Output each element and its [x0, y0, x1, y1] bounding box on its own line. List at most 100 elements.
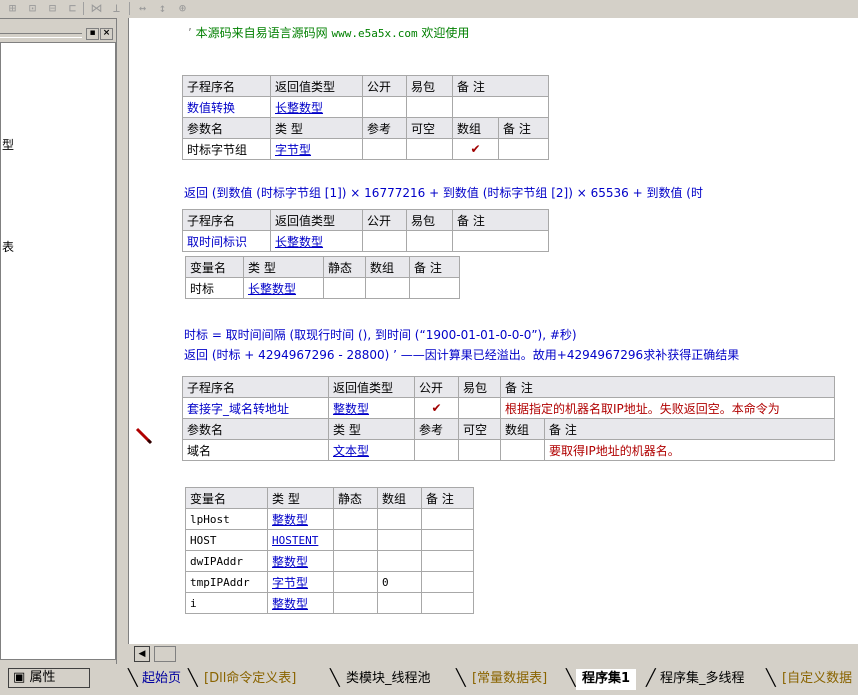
align-grid-icon[interactable]: ⊞	[4, 1, 21, 16]
array-check-icon[interactable]: ✔	[452, 138, 499, 160]
variable-name[interactable]: 时标	[185, 277, 244, 299]
align-top-icon[interactable]: ⊡	[24, 1, 41, 16]
param-name[interactable]: 域名	[182, 439, 329, 461]
table-cell[interactable]	[421, 529, 474, 551]
tree-item-fragment[interactable]: 型	[2, 136, 14, 153]
align-middle-icon[interactable]: ⊟	[44, 1, 61, 16]
col-header: 备 注	[544, 418, 835, 440]
table-cell[interactable]	[421, 550, 474, 572]
table-cell[interactable]	[406, 138, 453, 160]
subroutine-name[interactable]: 套接字_域名转地址	[182, 397, 329, 419]
table-cell[interactable]	[452, 230, 549, 252]
param-name[interactable]: 时标字节组	[182, 138, 271, 160]
table-cell[interactable]	[377, 550, 422, 572]
variable-name[interactable]: lpHost	[185, 508, 268, 530]
variable-type[interactable]: HOSTENT	[267, 529, 334, 551]
close-button[interactable]: ×	[100, 28, 113, 40]
variable-name[interactable]: dwIPAddr	[185, 550, 268, 572]
table-cell[interactable]	[365, 277, 410, 299]
table-cell[interactable]	[414, 439, 459, 461]
tree-item-fragment[interactable]: 表	[2, 238, 14, 255]
table-cell[interactable]	[458, 439, 501, 461]
col-header: 子程序名	[182, 75, 271, 97]
col-header: 返回值类型	[328, 376, 415, 398]
code-line[interactable]: 返回 (到数值 (时标字节组 [1]) × 16777216 + 到数值 (时标…	[184, 184, 703, 201]
table-cell[interactable]	[377, 508, 422, 530]
properties-button[interactable]: ▣ 属性	[8, 668, 90, 688]
code-editor[interactable]: ’ 本源码来自易语言源码网 www.e5a5x.com 欢迎使用 子程序名 返回…	[158, 18, 858, 644]
table-cell[interactable]	[377, 529, 422, 551]
tab-program-set-multithread[interactable]: 程序集_多线程	[654, 669, 751, 690]
align-right-icon[interactable]: ⊏	[64, 1, 81, 16]
minimize-button[interactable]: ▪	[86, 28, 99, 40]
comment-line: ’ 本源码来自易语言源码网 www.e5a5x.com 欢迎使用	[188, 26, 470, 40]
scroll-thumb[interactable]	[154, 646, 176, 662]
same-size-icon[interactable]: ⊕	[174, 1, 191, 16]
table-cell[interactable]	[500, 439, 545, 461]
tab-constants[interactable]: [常量数据表]	[466, 669, 553, 690]
table-cell[interactable]	[421, 571, 474, 593]
subroutine-name[interactable]: 取时间标识	[182, 230, 271, 252]
variable-type[interactable]: 整数型	[267, 550, 334, 572]
left-panel	[0, 24, 116, 660]
array-size[interactable]: 0	[377, 571, 422, 593]
col-header: 备 注	[452, 209, 549, 231]
tab-class-module[interactable]: 类模块_线程池	[340, 669, 437, 690]
tab-program-set-1[interactable]: 程序集1	[576, 669, 637, 690]
edit-pen-icon	[135, 427, 153, 445]
table-cell[interactable]	[362, 96, 407, 118]
col-header: 数组	[452, 117, 499, 139]
table-cell[interactable]	[333, 550, 378, 572]
table-cell[interactable]	[421, 592, 474, 614]
scroll-left-arrow-icon[interactable]: ◀	[134, 646, 150, 662]
table-cell[interactable]	[333, 571, 378, 593]
code-line[interactable]: 时标 = 取时间间隔 (取现行时间 (), 到时间 (“1900-01-01-0…	[184, 326, 577, 343]
table-cell[interactable]	[333, 529, 378, 551]
param-type[interactable]: 文本型	[328, 439, 415, 461]
table-cell[interactable]	[452, 96, 549, 118]
tab-start-page[interactable]: 起始页	[136, 669, 187, 690]
table-cell[interactable]	[409, 277, 460, 299]
table-cell[interactable]	[333, 508, 378, 530]
table-cell[interactable]	[323, 277, 366, 299]
table-cell[interactable]	[406, 96, 453, 118]
variable-table: 变量名 类 型 静态 数组 备 注 lpHost 整数型 HOST HOSTEN…	[185, 487, 474, 614]
table-cell[interactable]	[362, 230, 407, 252]
col-header: 类 型	[267, 487, 334, 509]
distribute-v-icon[interactable]: ⊥	[108, 1, 125, 16]
code-line[interactable]: 返回 (时标 + 4294967296 - 28800) ’ ——因计算果已经溢…	[184, 346, 739, 363]
subroutine-table: 子程序名 返回值类型 公开 易包 备 注 取时间标识 长整数型	[182, 209, 549, 252]
col-header: 参数名	[182, 117, 271, 139]
variable-name[interactable]: HOST	[185, 529, 268, 551]
variable-type[interactable]: 字节型	[267, 571, 334, 593]
table-cell[interactable]	[421, 508, 474, 530]
same-height-icon[interactable]: ↕	[154, 1, 171, 16]
return-type[interactable]: 整数型	[328, 397, 415, 419]
tab-dll-commands[interactable]: [Dll命令定义表]	[198, 669, 302, 690]
col-header: 参数名	[182, 418, 329, 440]
table-cell[interactable]	[333, 592, 378, 614]
horizontal-scrollbar[interactable]	[128, 644, 858, 664]
tab-custom-datatype[interactable]: [自定义数据	[776, 669, 858, 690]
return-type[interactable]: 长整数型	[270, 230, 363, 252]
public-check-icon[interactable]: ✔	[414, 397, 459, 419]
variable-name[interactable]: tmpIPAddr	[185, 571, 268, 593]
variable-name[interactable]: i	[185, 592, 268, 614]
col-header: 变量名	[185, 487, 268, 509]
table-cell[interactable]	[498, 138, 549, 160]
variable-type[interactable]: 整数型	[267, 508, 334, 530]
return-type[interactable]: 长整数型	[270, 96, 363, 118]
table-cell[interactable]	[406, 230, 453, 252]
col-header: 易包	[406, 209, 453, 231]
param-remark[interactable]: 要取得IP地址的机器名。	[544, 439, 835, 461]
table-cell[interactable]	[362, 138, 407, 160]
same-width-icon[interactable]: ↔	[134, 1, 151, 16]
variable-type[interactable]: 整数型	[267, 592, 334, 614]
table-cell[interactable]	[377, 592, 422, 614]
table-cell[interactable]	[458, 397, 501, 419]
distribute-h-icon[interactable]: ⋈	[88, 1, 105, 16]
subroutine-name[interactable]: 数值转换	[182, 96, 271, 118]
variable-type[interactable]: 长整数型	[243, 277, 324, 299]
param-type[interactable]: 字节型	[270, 138, 363, 160]
subroutine-remark[interactable]: 根据指定的机器名取IP地址。失败返回空。本命令为	[500, 397, 835, 419]
